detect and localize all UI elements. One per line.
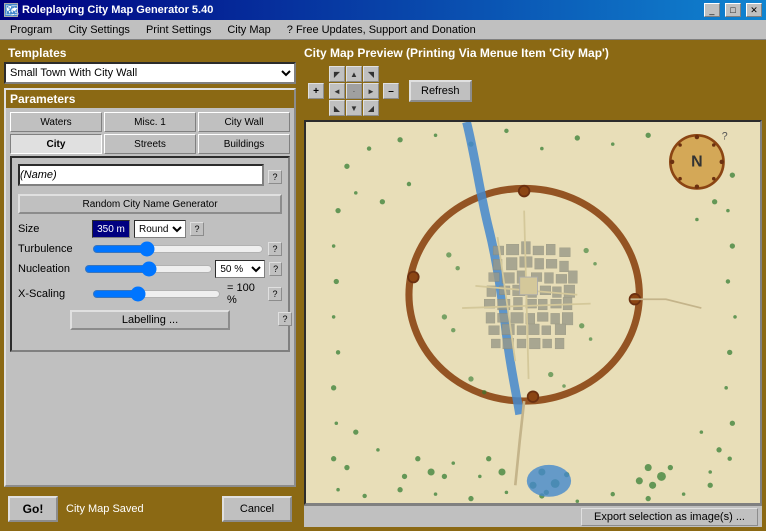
zoom-in-button[interactable]: + [308, 83, 324, 99]
window-title: Roleplaying City Map Generator 5.40 [22, 4, 702, 16]
tab-city[interactable]: City [10, 134, 102, 154]
parameters-box: Parameters Waters Misc. 1 City Wall City… [4, 88, 296, 487]
tab-misc1[interactable]: Misc. 1 [104, 112, 196, 132]
maximize-button[interactable]: □ [725, 3, 741, 17]
xscaling-value: = 100 % [227, 282, 264, 306]
title-buttons: _ □ ✕ [702, 3, 762, 18]
tab-city-wall[interactable]: City Wall [198, 112, 290, 132]
nucleation-slider-area: 50 % [84, 260, 265, 278]
xscaling-help-button[interactable]: ? [268, 287, 282, 301]
tab-content: ? Random City Name Generator Size Round … [10, 156, 290, 352]
templates-header: Templates [4, 44, 296, 62]
bottom-bar: Go! City Map Saved Cancel [4, 491, 296, 527]
templates-section: Templates Small Town With City Wall [4, 44, 296, 84]
nucleation-label: Nucleation [18, 263, 80, 275]
xscaling-slider-area: = 100 % [92, 282, 264, 306]
random-name-button[interactable]: Random City Name Generator [18, 194, 282, 214]
minimize-button[interactable]: _ [704, 3, 720, 17]
menu-city-map[interactable]: City Map [219, 22, 278, 38]
size-shape-select[interactable]: Round [134, 220, 186, 238]
turbulence-row: Turbulence ? [18, 242, 282, 256]
tab-waters[interactable]: Waters [10, 112, 102, 132]
tab-buildings[interactable]: Buildings [198, 134, 290, 154]
turbulence-slider-area [92, 242, 264, 256]
nav-left[interactable]: ◄ [329, 83, 345, 99]
zoom-out-col: – [383, 83, 399, 99]
turbulence-slider[interactable] [92, 242, 264, 256]
zoom-out-button[interactable]: – [383, 83, 399, 99]
go-button[interactable]: Go! [8, 496, 58, 522]
turbulence-help-button[interactable]: ? [268, 242, 282, 256]
nav-up-left[interactable]: ◤ [329, 66, 345, 82]
template-select[interactable]: Small Town With City Wall [4, 62, 296, 84]
nav-right[interactable]: ► [363, 83, 379, 99]
title-bar: 🗺 Roleplaying City Map Generator 5.40 _ … [0, 0, 766, 20]
refresh-button[interactable]: Refresh [409, 80, 472, 102]
svg-text:?: ? [722, 131, 728, 143]
parameters-header: Parameters [6, 90, 294, 108]
map-title: City Map Preview (Printing Via Menue Ite… [304, 46, 609, 60]
size-row: Size Round ? [18, 220, 282, 238]
close-button[interactable]: ✕ [746, 3, 762, 17]
nucleation-value-select[interactable]: 50 % [215, 260, 265, 278]
zoom-controls: + [308, 83, 325, 99]
labelling-button[interactable]: Labelling ... [70, 310, 230, 330]
menu-print-settings[interactable]: Print Settings [138, 22, 219, 38]
nav-up-right[interactable]: ◥ [363, 66, 379, 82]
nav-up[interactable]: ▲ [346, 66, 362, 82]
nav-down[interactable]: ▼ [346, 100, 362, 116]
size-help-button[interactable]: ? [190, 222, 204, 236]
nav-down-left[interactable]: ◣ [329, 100, 345, 116]
tab-row-2: City Streets Buildings [10, 134, 290, 154]
left-panel: Templates Small Town With City Wall Para… [0, 40, 300, 531]
map-canvas: N ? [304, 120, 762, 505]
status-text: City Map Saved [66, 503, 214, 515]
city-map-svg: N ? [306, 122, 760, 503]
size-input[interactable] [92, 220, 130, 238]
map-controls: + ◤ ▲ ◥ ◄ · ► ◣ ▼ ◢ – Refresh [304, 66, 762, 116]
menu-bar: Program City Settings Print Settings Cit… [0, 20, 766, 40]
map-header: City Map Preview (Printing Via Menue Ite… [304, 44, 762, 62]
size-label: Size [18, 223, 88, 235]
menu-program[interactable]: Program [2, 22, 60, 38]
export-button[interactable]: Export selection as image(s) ... [581, 508, 758, 526]
nav-center[interactable]: · [346, 83, 362, 99]
xscaling-row: X-Scaling = 100 % ? [18, 282, 282, 306]
export-bar: Export selection as image(s) ... [304, 505, 762, 527]
nucleation-row: Nucleation 50 % ? [18, 260, 282, 278]
name-help-button[interactable]: ? [268, 170, 282, 184]
nav-down-right[interactable]: ◢ [363, 100, 379, 116]
nav-grid: ◤ ▲ ◥ ◄ · ► ◣ ▼ ◢ [329, 66, 379, 116]
right-panel: City Map Preview (Printing Via Menue Ite… [300, 40, 766, 531]
tab-row-1: Waters Misc. 1 City Wall [10, 112, 290, 132]
nucleation-slider[interactable] [84, 262, 213, 276]
xscaling-slider[interactable] [92, 287, 221, 301]
nucleation-help-button[interactable]: ? [269, 262, 282, 276]
xscaling-label: X-Scaling [18, 288, 88, 300]
tab-streets[interactable]: Streets [104, 134, 196, 154]
main-layout: Templates Small Town With City Wall Para… [0, 40, 766, 531]
city-name-input[interactable] [18, 164, 264, 186]
cancel-button[interactable]: Cancel [222, 496, 292, 522]
svg-text:N: N [691, 153, 703, 170]
app-icon: 🗺 [4, 3, 18, 17]
menu-city-settings[interactable]: City Settings [60, 22, 138, 38]
labelling-help-button[interactable]: ? [278, 312, 292, 326]
turbulence-label: Turbulence [18, 243, 88, 255]
menu-free-updates[interactable]: ? Free Updates, Support and Donation [279, 22, 484, 38]
